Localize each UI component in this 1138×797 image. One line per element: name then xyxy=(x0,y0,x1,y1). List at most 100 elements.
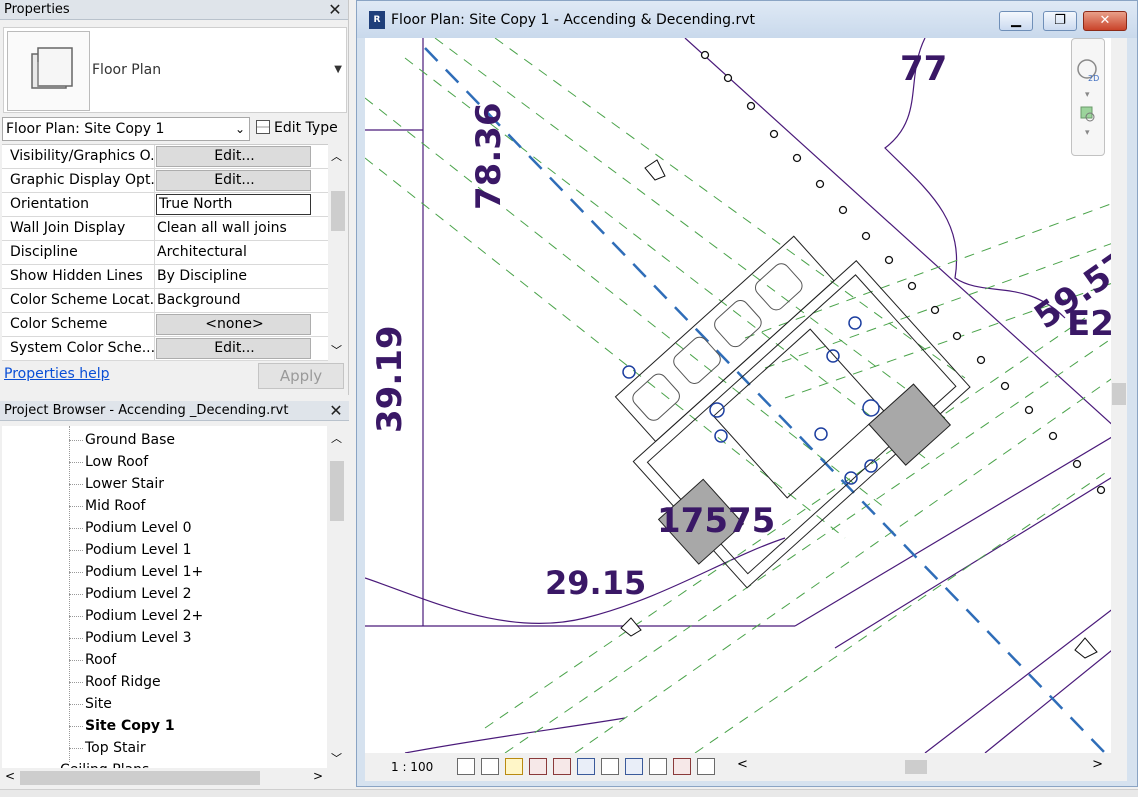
scroll-thumb[interactable] xyxy=(905,760,927,774)
tree-connector xyxy=(69,484,83,485)
property-name: Orientation xyxy=(2,193,155,216)
close-icon[interactable]: ✕ xyxy=(329,401,343,421)
navigation-bar[interactable]: 2D ▾ ▾ xyxy=(1071,38,1105,156)
tree-item[interactable]: Ground Base xyxy=(85,429,175,451)
scroll-thumb[interactable] xyxy=(330,461,344,521)
maximize-button[interactable]: ❐ xyxy=(1043,11,1077,31)
tree-item[interactable]: Site xyxy=(85,693,112,715)
show-crop-region-icon[interactable] xyxy=(577,758,595,775)
canvas-horizontal-scrollbar[interactable]: < > xyxy=(737,757,1103,775)
blue-symbols xyxy=(622,316,880,485)
svg-text:2D: 2D xyxy=(1088,74,1099,83)
scroll-thumb[interactable] xyxy=(1112,383,1126,405)
property-value[interactable]: By Discipline xyxy=(155,265,310,288)
view-control-bar: 1 : 100 < > xyxy=(365,753,1127,781)
tree-item[interactable]: Roof Ridge xyxy=(85,671,161,693)
drawing-canvas[interactable]: 77 78.36 59.57 E2 39.19 17575 29.15 2D ▾… xyxy=(365,38,1127,753)
building-footprint xyxy=(614,235,971,589)
steering-wheel-icon[interactable]: 2D ▾ ▾ xyxy=(1072,39,1104,155)
scroll-down-icon[interactable]: ﹀ xyxy=(331,342,342,358)
property-row: Color Scheme Locat... Background xyxy=(2,289,328,313)
tree-item[interactable]: Roof xyxy=(85,649,116,671)
unlock-3d-view-icon[interactable] xyxy=(601,758,619,775)
property-name: Show Hidden Lines xyxy=(2,265,155,288)
edit-type-icon xyxy=(256,120,270,134)
tree-item[interactable]: Podium Level 3 xyxy=(85,627,192,649)
view-title-bar[interactable]: R Floor Plan: Site Copy 1 - Accending & … xyxy=(357,1,1137,38)
tree-item[interactable]: Top Stair xyxy=(85,737,146,759)
detail-level-icon[interactable] xyxy=(457,758,475,775)
minimize-button[interactable]: ▁ xyxy=(999,11,1033,31)
property-name: System Color Sche... xyxy=(2,337,155,360)
scroll-right-icon[interactable]: > xyxy=(313,769,323,783)
property-edit-button[interactable]: <none> xyxy=(156,314,311,335)
shadows-icon[interactable] xyxy=(529,758,547,775)
property-edit-button[interactable]: Edit... xyxy=(156,146,311,167)
tree-item[interactable]: Podium Level 1+ xyxy=(85,561,203,583)
tree-item-ceiling-plans[interactable]: Ceiling Plans xyxy=(60,759,149,768)
tree-item[interactable]: Low Roof xyxy=(85,451,148,473)
visual-style-icon[interactable] xyxy=(481,758,499,775)
tree-item[interactable]: Podium Level 2 xyxy=(85,583,192,605)
svg-text:▾: ▾ xyxy=(1085,128,1090,138)
scroll-down-icon[interactable]: ﹀ xyxy=(331,750,342,766)
view-scale[interactable]: 1 : 100 xyxy=(391,760,433,774)
canvas-vertical-scrollbar[interactable] xyxy=(1111,38,1127,753)
property-edit-button[interactable]: Edit... xyxy=(156,170,311,191)
tree-item-selected[interactable]: Site Copy 1 xyxy=(85,715,175,737)
edit-type-button[interactable]: Edit Type xyxy=(256,117,338,139)
tree-item[interactable]: Podium Level 0 xyxy=(85,517,192,539)
property-value-field[interactable]: True North xyxy=(156,194,311,215)
spot-labels: 77 78.36 59.57 E2 39.19 17575 29.15 xyxy=(370,49,1127,602)
scroll-right-icon[interactable]: > xyxy=(1092,757,1103,772)
instance-value: Floor Plan: Site Copy 1 xyxy=(6,121,165,137)
browser-horizontal-scrollbar[interactable]: < > xyxy=(2,769,327,787)
property-name: Color Scheme xyxy=(2,313,155,336)
properties-title: Properties xyxy=(4,2,70,17)
scroll-left-icon[interactable]: < xyxy=(737,757,748,772)
property-edit-button[interactable]: Edit... xyxy=(156,338,311,359)
property-value[interactable]: Architectural xyxy=(155,241,310,264)
instance-selector[interactable]: Floor Plan: Site Copy 1 ⌄ xyxy=(2,117,250,141)
properties-scrollbar[interactable]: ︿ ﹀ xyxy=(328,144,346,360)
reveal-hidden-icon[interactable] xyxy=(649,758,667,775)
tree-item[interactable]: Lower Stair xyxy=(85,473,164,495)
scroll-left-icon[interactable]: < xyxy=(5,769,15,783)
close-window-button[interactable]: ✕ xyxy=(1083,11,1127,31)
temporary-view-properties-icon[interactable] xyxy=(673,758,691,775)
marker-icon xyxy=(644,159,666,181)
scroll-up-icon[interactable]: ︿ xyxy=(331,148,342,164)
close-icon[interactable]: ✕ xyxy=(328,0,342,20)
property-value[interactable]: Background xyxy=(155,289,310,312)
scroll-up-icon[interactable]: ︿ xyxy=(331,430,342,446)
property-name: Visibility/Graphics O... xyxy=(2,145,155,168)
properties-grid: Visibility/Graphics O... Edit... Graphic… xyxy=(2,144,328,361)
tree-connector xyxy=(69,594,83,595)
property-row: Color Scheme <none> xyxy=(2,313,328,337)
tree-connector xyxy=(69,550,83,551)
property-value[interactable]: Clean all wall joins xyxy=(155,217,310,240)
apply-button[interactable]: Apply xyxy=(258,363,344,389)
scroll-thumb[interactable] xyxy=(20,771,260,785)
sun-path-icon[interactable] xyxy=(505,758,523,775)
dropdown-arrow-icon[interactable]: ▼ xyxy=(334,64,342,75)
type-name: Floor Plan xyxy=(92,62,162,78)
scroll-thumb[interactable] xyxy=(331,191,345,231)
property-row: Orientation True North xyxy=(2,193,328,217)
tree-connector xyxy=(69,616,83,617)
chevron-down-icon: ⌄ xyxy=(234,122,245,136)
tree-item[interactable]: Mid Roof xyxy=(85,495,145,517)
tree-item[interactable]: Podium Level 1 xyxy=(85,539,192,561)
property-row: Visibility/Graphics O... Edit... xyxy=(2,145,328,169)
property-name: Wall Join Display xyxy=(2,217,155,240)
tree-connector xyxy=(69,506,83,507)
crop-view-icon[interactable] xyxy=(553,758,571,775)
revit-file-icon: R xyxy=(369,11,385,29)
browser-vertical-scrollbar[interactable]: ︿ ﹀ xyxy=(328,426,346,768)
analytical-model-icon[interactable] xyxy=(697,758,715,775)
type-selector[interactable]: Floor Plan ▼ xyxy=(3,27,347,113)
properties-help-link[interactable]: Properties help xyxy=(4,366,109,382)
tree-connector xyxy=(69,638,83,639)
tree-item[interactable]: Podium Level 2+ xyxy=(85,605,203,627)
temporary-hide-icon[interactable] xyxy=(625,758,643,775)
